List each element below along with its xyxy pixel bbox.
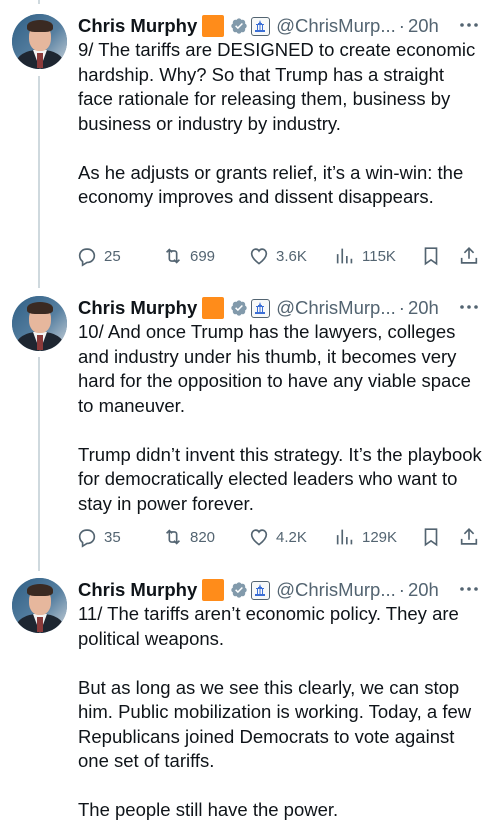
like-icon xyxy=(250,248,268,265)
avatar[interactable] xyxy=(12,14,67,69)
orange-square-emoji xyxy=(202,15,225,37)
share-button[interactable] xyxy=(458,525,480,549)
separator-dot: · xyxy=(398,297,405,318)
reply-button[interactable]: 35 xyxy=(76,525,121,549)
tweet-paragraph: As he adjusts or grants relief, it’s a w… xyxy=(78,161,464,208)
author-handle[interactable]: @ChrisMurp... xyxy=(276,297,396,319)
more-icon[interactable] xyxy=(458,300,480,314)
share-icon xyxy=(460,528,478,545)
like-count: 3.6K xyxy=(276,247,307,265)
tweet-paragraph: But as long as we see this clearly, we c… xyxy=(78,676,472,772)
separator-dot: · xyxy=(398,579,405,600)
tweet[interactable]: Chris Murphy @ChrisMurp... · 20h 10/ And… xyxy=(0,294,494,559)
bookmark-icon xyxy=(424,247,438,266)
orange-square-emoji xyxy=(202,297,225,319)
views-button[interactable]: 115K xyxy=(334,244,396,268)
bookmark-icon xyxy=(424,528,438,547)
timestamp[interactable]: 20h xyxy=(408,15,439,37)
tweet-paragraph: Trump didn’t invent this strategy. It’s … xyxy=(78,443,482,514)
verified-badge-icon xyxy=(231,582,247,598)
reply-button[interactable]: 25 xyxy=(76,244,121,268)
verified-badge-icon xyxy=(231,300,247,316)
action-bar: 25 699 3.6K 115K xyxy=(76,244,486,268)
thread-line xyxy=(38,0,40,4)
author-name[interactable]: Chris Murphy xyxy=(78,579,197,601)
views-count: 115K xyxy=(362,247,396,265)
timestamp[interactable]: 20h xyxy=(408,297,439,319)
avatar[interactable] xyxy=(12,296,67,351)
tweet-text: 10/ And once Trump has the lawyers, coll… xyxy=(78,320,483,516)
repost-icon xyxy=(165,529,181,545)
like-button[interactable]: 4.2K xyxy=(248,525,307,549)
tweet-text: 9/ The tariffs are DESIGNED to create ec… xyxy=(78,38,483,210)
author-handle[interactable]: @ChrisMurp... xyxy=(276,15,396,37)
verified-badge-icon xyxy=(231,18,247,34)
capitol-icon xyxy=(251,298,271,318)
author-name[interactable]: Chris Murphy xyxy=(78,15,197,37)
views-count: 129K xyxy=(362,528,398,546)
reply-icon xyxy=(78,248,96,267)
reply-icon xyxy=(78,529,96,548)
repost-button[interactable]: 699 xyxy=(162,244,215,268)
tweet-paragraph: 9/ The tariffs are DESIGNED to create ec… xyxy=(78,39,476,134)
repost-count: 820 xyxy=(190,528,216,546)
like-button[interactable]: 3.6K xyxy=(248,244,307,268)
timestamp[interactable]: 20h xyxy=(408,579,439,601)
tweet[interactable]: Chris Murphy @ChrisMurp... · 20h 11/ The… xyxy=(0,576,494,827)
orange-square-emoji xyxy=(202,579,225,601)
avatar[interactable] xyxy=(12,578,67,633)
more-icon[interactable] xyxy=(458,18,480,32)
author-handle[interactable]: @ChrisMurp... xyxy=(276,579,396,601)
capitol-icon xyxy=(251,580,271,600)
share-icon xyxy=(460,247,478,264)
views-icon xyxy=(336,248,353,264)
bookmark-button[interactable] xyxy=(420,525,442,549)
tweet-text: 11/ The tariffs aren’t economic policy. … xyxy=(78,602,483,823)
separator-dot: · xyxy=(398,15,405,36)
tweet-paragraph: 11/ The tariffs aren’t economic policy. … xyxy=(78,603,459,649)
views-button[interactable]: 129K xyxy=(334,525,397,549)
repost-button[interactable]: 820 xyxy=(162,525,215,549)
tweet-paragraph: The people still have the power. xyxy=(78,799,339,820)
reply-count: 25 xyxy=(104,247,121,265)
tweet-header: Chris Murphy @ChrisMurp... · 20h xyxy=(78,296,439,320)
more-icon[interactable] xyxy=(458,582,480,596)
action-bar: 35 820 4.2K 129K xyxy=(76,525,486,549)
capitol-icon xyxy=(251,16,271,36)
author-name[interactable]: Chris Murphy xyxy=(78,297,197,319)
tweet-header: Chris Murphy @ChrisMurp... · 20h xyxy=(78,14,439,38)
tweet-header: Chris Murphy @ChrisMurp... · 20h xyxy=(78,578,439,602)
like-count: 4.2K xyxy=(276,528,307,546)
like-icon xyxy=(250,529,268,546)
tweet[interactable]: Chris Murphy @ChrisMurp... · 20h 9/ The … xyxy=(0,12,494,277)
bookmark-button[interactable] xyxy=(420,244,442,268)
reply-count: 35 xyxy=(104,528,121,546)
repost-icon xyxy=(165,248,181,264)
tweet-paragraph: 10/ And once Trump has the lawyers, coll… xyxy=(78,321,471,416)
repost-count: 699 xyxy=(190,247,216,265)
views-icon xyxy=(336,529,353,545)
share-button[interactable] xyxy=(458,244,480,268)
